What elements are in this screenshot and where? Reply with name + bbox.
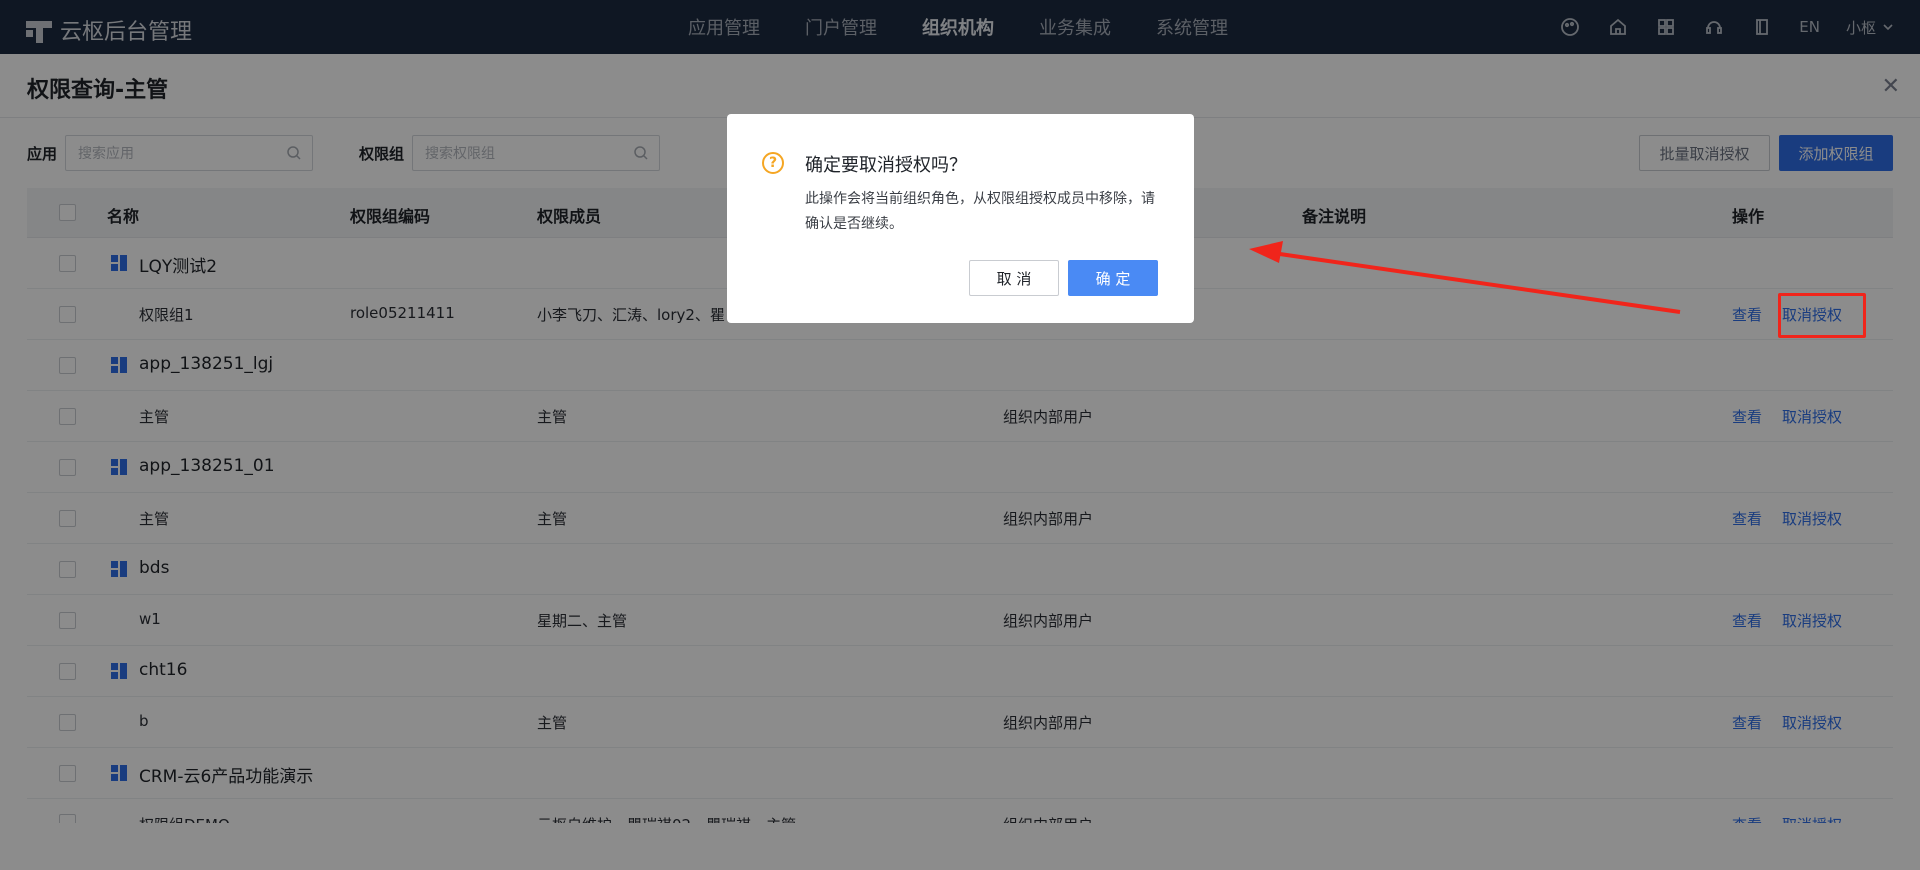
question-icon: ?: [762, 152, 784, 174]
dialog-title: 确定要取消授权吗？: [805, 155, 967, 176]
confirm-button[interactable]: 确 定: [1068, 260, 1158, 296]
cancel-button[interactable]: 取 消: [969, 260, 1059, 296]
dialog-message: 此操作会将当前组织角色，从权限组授权成员中移除，请确认是否继续。: [805, 191, 1155, 232]
confirm-revoke-dialog: ? 确定要取消授权吗？ 此操作会将当前组织角色，从权限组授权成员中移除，请确认是…: [727, 114, 1194, 323]
annotation-highlight-box: [1778, 293, 1866, 338]
